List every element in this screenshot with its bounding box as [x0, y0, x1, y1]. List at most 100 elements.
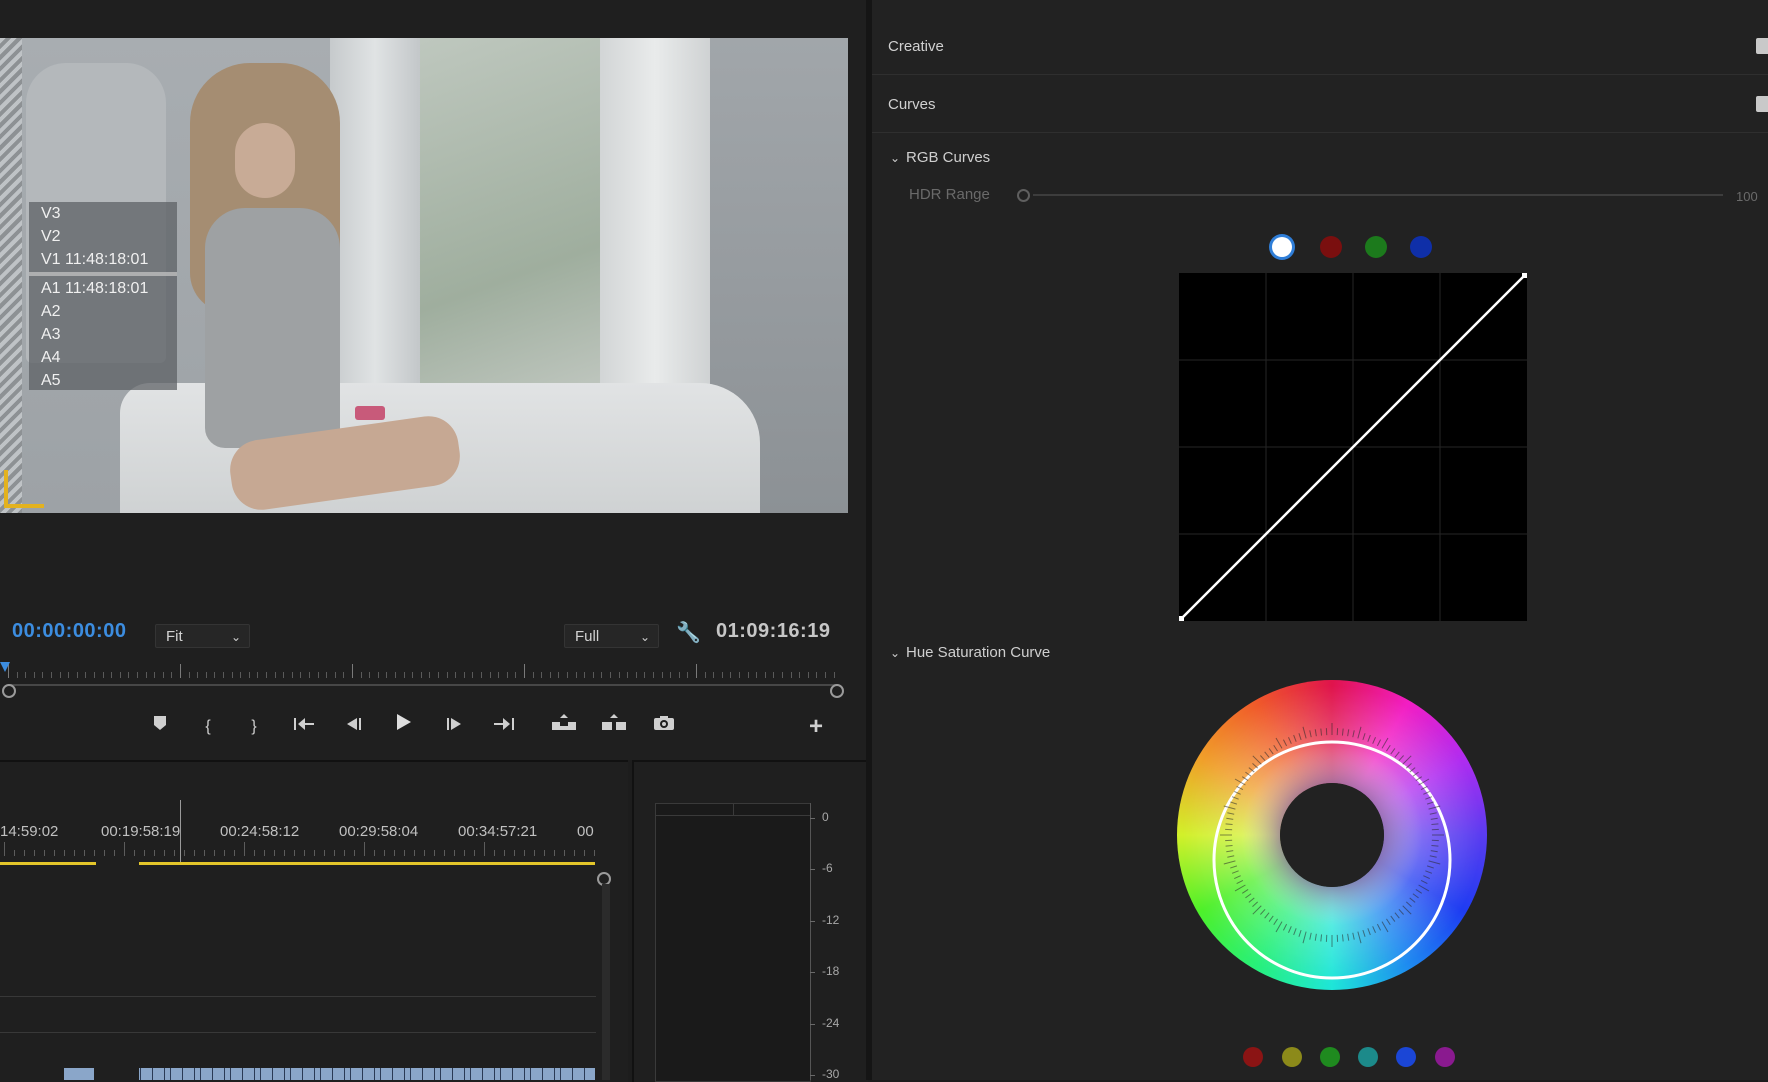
- hdr-range-slider-track[interactable]: [1033, 194, 1723, 196]
- clip-edit-line: [314, 1068, 315, 1080]
- db-label: -6: [822, 861, 833, 875]
- ruler-tick: [128, 672, 129, 678]
- timeline-tick: [14, 850, 15, 856]
- audio-meter-peak-indicators[interactable]: [655, 803, 811, 816]
- video-clip-strip[interactable]: [0, 1068, 596, 1080]
- timeline-tick: [264, 850, 265, 856]
- timeline-tick: [124, 842, 125, 856]
- blue-hue-point-button[interactable]: [1396, 1047, 1416, 1067]
- curves-enable-checkbox[interactable]: [1756, 96, 1768, 112]
- zoom-handle-right[interactable]: [830, 684, 844, 698]
- timeline-tick: [454, 850, 455, 856]
- rgb-curve-svg: [1179, 273, 1527, 621]
- ruler-tick: [223, 672, 224, 678]
- timeline-tick: [414, 850, 415, 856]
- red-channel-button[interactable]: [1320, 236, 1342, 258]
- extract-button[interactable]: [598, 712, 630, 742]
- go-to-out-button[interactable]: [488, 712, 520, 742]
- button-editor-button[interactable]: +: [800, 712, 832, 742]
- blue-channel-button[interactable]: [1410, 236, 1432, 258]
- ruler-tick: [42, 672, 43, 678]
- ruler-tick: [627, 672, 628, 678]
- clip-edit-line: [332, 1068, 333, 1080]
- ruler-tick: [773, 672, 774, 678]
- zoom-level-select[interactable]: Fit ⌄: [155, 624, 250, 648]
- overlay-line: A5: [29, 369, 177, 392]
- hdr-range-slider-handle[interactable]: [1017, 189, 1030, 202]
- overlay-line: V1 11:48:18:01: [29, 248, 177, 271]
- clip-edit-line: [380, 1068, 381, 1080]
- work-area-bar[interactable]: [139, 862, 595, 865]
- ruler-tick: [146, 672, 147, 678]
- green-channel-button[interactable]: [1365, 236, 1387, 258]
- timeline-tick: [514, 850, 515, 856]
- ruler-tick: [825, 672, 826, 678]
- zoom-handle-left[interactable]: [2, 684, 16, 698]
- timeline-tick: [84, 850, 85, 856]
- mark-in-button[interactable]: {: [192, 712, 224, 742]
- step-forward-button[interactable]: [438, 712, 470, 742]
- play-button[interactable]: [388, 712, 420, 742]
- chevron-down-icon: ⌄: [890, 646, 906, 660]
- red-hue-point-button[interactable]: [1243, 1047, 1263, 1067]
- creative-section-header[interactable]: Creative: [872, 18, 1768, 75]
- playback-resolution-select[interactable]: Full ⌄: [564, 624, 659, 648]
- rgb-curves-toggle[interactable]: ⌄RGB Curves: [890, 149, 990, 166]
- yellow-hue-point-button[interactable]: [1282, 1047, 1302, 1067]
- ruler-tick: [739, 672, 740, 678]
- track-divider: [0, 1032, 596, 1033]
- timeline-scrollbar[interactable]: [602, 884, 610, 1080]
- mark-out-button[interactable]: }: [238, 712, 270, 742]
- camera-icon: [653, 715, 675, 731]
- add-marker-button[interactable]: [144, 712, 176, 742]
- ruler-tick: [550, 672, 551, 678]
- ruler-tick: [782, 672, 783, 678]
- monitor-time-ruler[interactable]: [0, 662, 846, 684]
- curves-section-header[interactable]: Curves: [872, 76, 1768, 133]
- ruler-tick: [765, 672, 766, 678]
- timeline-tick: [594, 850, 595, 856]
- work-area-bar[interactable]: [0, 862, 96, 865]
- ruler-tick: [163, 672, 164, 678]
- go-to-in-button[interactable]: [288, 712, 320, 742]
- ruler-tick: [816, 672, 817, 678]
- audio-meter-channels: [655, 803, 811, 1082]
- clip-edit-line: [404, 1068, 405, 1080]
- lift-button[interactable]: [548, 712, 580, 742]
- ruler-tick: [343, 672, 344, 678]
- clip-block[interactable]: [139, 1068, 595, 1080]
- wrench-icon[interactable]: 🔧: [676, 620, 701, 645]
- ruler-tick: [713, 672, 714, 678]
- hdr-range-value[interactable]: 100: [1736, 189, 1758, 204]
- rgb-curve-graph[interactable]: [1179, 273, 1527, 621]
- timeline-tick: [424, 850, 425, 856]
- ruler-tick: [60, 672, 61, 678]
- luma-channel-button[interactable]: [1272, 237, 1292, 257]
- clip-edit-line: [572, 1068, 573, 1080]
- timeline-tick: [64, 850, 65, 856]
- green-hue-point-button[interactable]: [1320, 1047, 1340, 1067]
- playback-resolution-value: Full: [575, 628, 599, 645]
- timeline-tick: [564, 850, 565, 856]
- step-back-button[interactable]: [338, 712, 370, 742]
- clip-edit-line: [230, 1068, 231, 1080]
- magenta-hue-point-button[interactable]: [1435, 1047, 1455, 1067]
- creative-enable-checkbox[interactable]: [1756, 38, 1768, 54]
- monitor-scrub-track[interactable]: [8, 684, 838, 686]
- playhead-timecode[interactable]: 00:00:00:00: [12, 620, 126, 643]
- timeline-tick: [534, 850, 535, 856]
- audio-meter-scale: [810, 803, 811, 1080]
- timeline-ruler-label: 14:59:02: [0, 823, 58, 840]
- overlay-line: A2: [29, 300, 177, 323]
- timeline-tick: [544, 850, 545, 856]
- clip-block[interactable]: [64, 1068, 94, 1080]
- timeline-tick: [474, 850, 475, 856]
- hue-sat-curve-toggle[interactable]: ⌄Hue Saturation Curve: [890, 644, 1050, 661]
- clip-edit-line: [260, 1068, 261, 1080]
- go-to-out-icon: [493, 717, 515, 731]
- export-frame-button[interactable]: [648, 712, 680, 742]
- hue-saturation-wheel[interactable]: [1177, 680, 1487, 990]
- playhead-marker[interactable]: [0, 662, 10, 672]
- cyan-hue-point-button[interactable]: [1358, 1047, 1378, 1067]
- ruler-tick: [309, 672, 310, 678]
